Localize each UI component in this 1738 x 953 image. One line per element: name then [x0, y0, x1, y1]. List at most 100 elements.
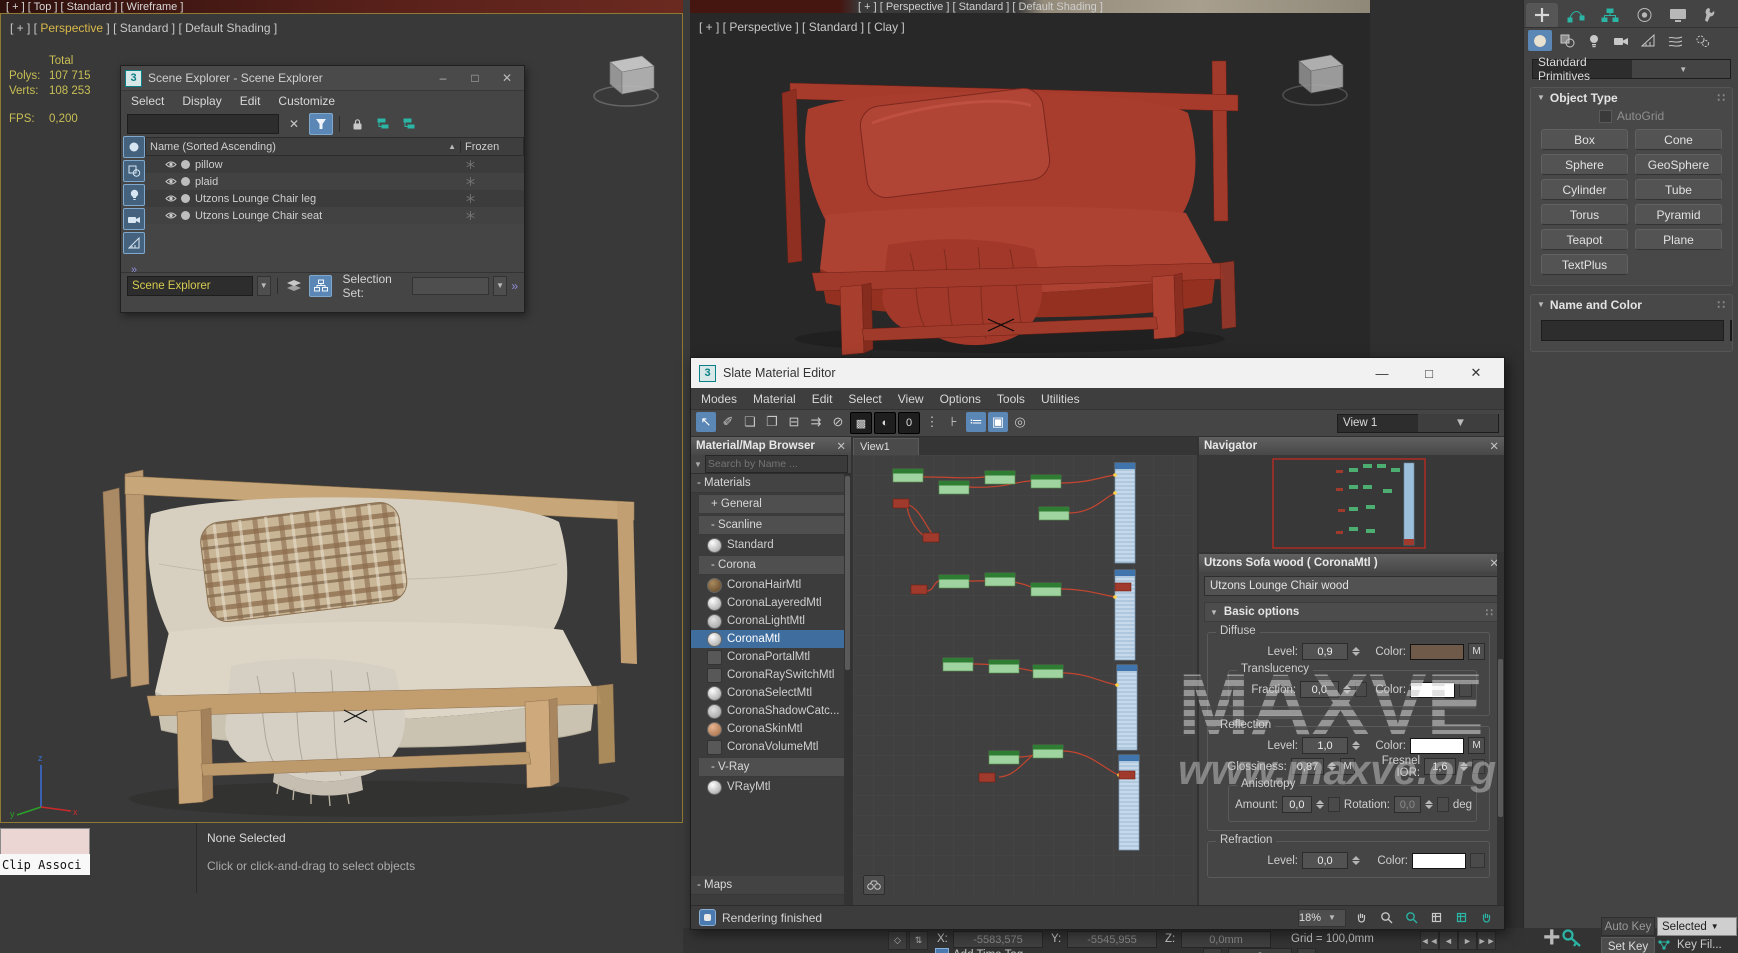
zoom-extents-icon[interactable]: [1427, 909, 1446, 927]
name-color-rollout-header[interactable]: ▼Name and Color∷: [1531, 295, 1732, 314]
visibility-eye-icon[interactable]: [163, 160, 179, 169]
rotation-map-slot[interactable]: [1437, 797, 1449, 812]
close-button[interactable]: ✕: [494, 71, 520, 85]
scene-explorer-row-pillow[interactable]: pillow: [145, 156, 524, 173]
browser-node-coronashadowcatc[interactable]: CoronaShadowCatc...: [691, 702, 851, 720]
perspective-viewport-clay[interactable]: [ + ] [ Perspective ] [ Standard ] [ Cla…: [690, 13, 1370, 357]
minimize-button[interactable]: –: [430, 71, 456, 85]
browser-node-coronalightmtl[interactable]: CoronaLightMtl: [691, 612, 851, 630]
slate-menu-view[interactable]: View: [898, 392, 924, 406]
footer-overflow-chevron-icon[interactable]: »: [511, 279, 518, 293]
browser-node-coronamtl[interactable]: CoronaMtl: [691, 630, 851, 648]
move-children-icon[interactable]: ⇉: [806, 412, 826, 432]
browser-node-materials[interactable]: - Materials: [691, 474, 851, 493]
renderable-dot-icon[interactable]: [181, 177, 190, 186]
select-tool-icon[interactable]: ↖: [696, 412, 716, 432]
renderable-dot-icon[interactable]: [181, 194, 190, 203]
refraction-color-map-slot[interactable]: [1470, 853, 1485, 868]
set-keys-button[interactable]: +: [1543, 922, 1595, 953]
zoom-tool-icon[interactable]: [1377, 909, 1396, 927]
close-button[interactable]: ✕: [1456, 365, 1496, 381]
key-filters-icon[interactable]: [1657, 939, 1671, 951]
browser-node-standard[interactable]: Standard: [691, 536, 851, 554]
refraction-color-swatch[interactable]: [1412, 853, 1466, 869]
zoom-extents-selected-icon[interactable]: [1452, 909, 1471, 927]
browser-node-coronaskinmtl[interactable]: CoronaSkinMtl: [691, 720, 851, 738]
lounge-chair-clay-render[interactable]: [760, 31, 1260, 361]
time-configuration-icon[interactable]: ◔: [1297, 948, 1316, 953]
primitive-cone-button[interactable]: Cone: [1635, 129, 1722, 150]
space-warps-category-icon[interactable]: [1663, 30, 1687, 51]
clear-search-icon[interactable]: ✕: [283, 114, 305, 134]
show-background-icon[interactable]: ▩: [850, 412, 872, 434]
parameter-scrollbar[interactable]: [1497, 554, 1504, 905]
x-coordinate-field[interactable]: -5583,575: [953, 931, 1043, 948]
primitive-pyramid-button[interactable]: Pyramid: [1635, 204, 1722, 225]
primitive-cylinder-button[interactable]: Cylinder: [1541, 179, 1628, 200]
modify-tab[interactable]: [1560, 3, 1592, 27]
viewport-label[interactable]: [ + ] [ Perspective ] [ Standard ] [ Def…: [10, 21, 277, 35]
add-time-tag[interactable]: Add Time Tag: [935, 948, 1023, 953]
browser-node-vraymtl[interactable]: VRayMtl: [691, 778, 851, 796]
primitive-teapot-button[interactable]: Teapot: [1541, 229, 1628, 250]
object-type-rollout-header[interactable]: ▼Object Type∷: [1531, 88, 1732, 107]
viewcube[interactable]: [586, 44, 666, 114]
spinner-arrows[interactable]: [1352, 856, 1361, 865]
fresnel-ior-field[interactable]: 1,6: [1424, 758, 1456, 775]
slate-menu-material[interactable]: Material: [753, 392, 796, 406]
navigator-minimap[interactable]: [1199, 455, 1504, 552]
collapse-hierarchy-icon[interactable]: [398, 114, 420, 134]
viewport-pov-label[interactable]: Perspective: [40, 21, 103, 35]
scene-explorer-titlebar[interactable]: 3 Scene Explorer - Scene Explorer – □ ✕: [121, 66, 524, 91]
expand-hierarchy-icon[interactable]: [372, 114, 394, 134]
selection-set-dropdown[interactable]: [412, 277, 489, 295]
renderable-dot-icon[interactable]: [181, 211, 190, 220]
browser-node-maps[interactable]: - Maps: [691, 876, 851, 895]
scene-explorer-column-header[interactable]: Name (Sorted Ascending) ▲ Frozen: [145, 137, 524, 156]
auto-key-button[interactable]: Auto Key: [1601, 917, 1655, 936]
lights-category-icon[interactable]: [1582, 30, 1606, 51]
show-backlight-icon[interactable]: ◐: [874, 412, 896, 434]
utilities-tab[interactable]: [1696, 3, 1728, 27]
spinner-arrows[interactable]: [1425, 800, 1433, 809]
primitive-textplus-button[interactable]: TextPlus: [1541, 254, 1628, 275]
anisotropy-amount-map-slot[interactable]: [1328, 797, 1340, 812]
y-coordinate-field[interactable]: -5545,955: [1067, 931, 1157, 948]
reflection-color-swatch[interactable]: [1410, 738, 1464, 754]
view1-tab[interactable]: View1: [853, 438, 919, 455]
browser-node-corona[interactable]: - Corona: [699, 555, 849, 575]
translucency-color-map-slot[interactable]: [1459, 682, 1472, 697]
scene-explorer-row-plaid[interactable]: plaid: [145, 173, 524, 190]
pan-all-icon[interactable]: [1477, 909, 1496, 927]
maximize-button[interactable]: □: [1409, 366, 1449, 381]
material-name-field[interactable]: Utzons Lounge Chair wood: [1204, 576, 1499, 596]
frozen-state-icon[interactable]: [454, 177, 524, 186]
slate-titlebar[interactable]: 3 Slate Material Editor — □ ✕: [691, 358, 1504, 388]
translucency-fraction-field[interactable]: 0,0: [1300, 681, 1339, 698]
hierarchy-tab[interactable]: [1594, 3, 1626, 27]
set-key-button[interactable]: Set Key: [1601, 937, 1655, 953]
glossiness-field[interactable]: 0,87: [1291, 758, 1324, 775]
visibility-eye-icon[interactable]: [163, 194, 179, 203]
layer-explorer-icon[interactable]: [284, 276, 305, 296]
browser-node-coronahairmtl[interactable]: CoronaHairMtl: [691, 576, 851, 594]
frozen-state-icon[interactable]: [454, 211, 524, 220]
material-id-channel-icon[interactable]: 0: [898, 412, 920, 434]
slate-menu-utilities[interactable]: Utilities: [1041, 392, 1080, 406]
visibility-eye-icon[interactable]: [163, 211, 179, 220]
transform-gizmo-toggle-icon[interactable]: ◇: [888, 931, 907, 950]
hierarchy-explorer-icon[interactable]: [309, 275, 332, 297]
explorer-preset-dropdown[interactable]: Scene Explorer: [127, 276, 253, 296]
display-shapes-icon[interactable]: [123, 160, 145, 182]
show-parameter-list-icon[interactable]: ≔: [966, 412, 986, 432]
anisotropy-amount-field[interactable]: 0,0: [1282, 796, 1312, 813]
browser-node-coronalayeredmtl[interactable]: CoronaLayeredMtl: [691, 594, 851, 612]
close-panel-icon[interactable]: ✕: [1489, 439, 1499, 453]
slate-menu-select[interactable]: Select: [848, 392, 881, 406]
slate-menu-edit[interactable]: Edit: [812, 392, 833, 406]
close-panel-icon[interactable]: ✕: [836, 439, 846, 453]
zoom-region-icon[interactable]: [1402, 909, 1421, 927]
viewcube[interactable]: [1275, 43, 1355, 113]
fresnel-map-slot[interactable]: [1472, 759, 1485, 774]
display-geometry-icon[interactable]: [123, 136, 145, 158]
